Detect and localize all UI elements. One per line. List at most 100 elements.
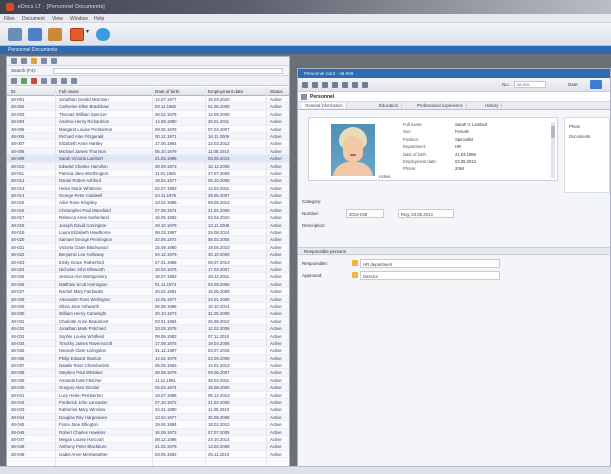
- responsible-field[interactable]: HR department: [360, 259, 500, 268]
- table-row[interactable]: 48-035 Hannah Clare Livingston 31.12.1987 0…: [7, 347, 289, 355]
- responsible-section[interactable]: Responsible persons: [298, 247, 610, 255]
- refresh-icon[interactable]: [11, 58, 17, 64]
- go-button[interactable]: [590, 80, 602, 89]
- tab-history[interactable]: History: [482, 103, 503, 108]
- table-row[interactable]: 48-009 Sarah Victoria Lambert 21.03.1986 03…: [7, 155, 289, 163]
- add-icon[interactable]: [70, 28, 84, 41]
- table-row[interactable]: 48-022 Benjamin Lee Holloway 04.12.1979 30.…: [7, 251, 289, 259]
- table-row[interactable]: 48-039 Amanda Kate Fletcher 11.11.1981 28.0…: [7, 377, 289, 385]
- table-row[interactable]: 48-040 Gregory Alan Sinclair 02.04.1974 16.…: [7, 384, 289, 392]
- search-input[interactable]: [53, 68, 283, 74]
- chevron-down-icon[interactable]: ▾: [86, 28, 92, 41]
- table-row[interactable]: 48-042 Frederick John Lancaster 07.10.1972…: [7, 399, 289, 407]
- edit-icon[interactable]: [21, 78, 27, 84]
- table-row[interactable]: 48-019 Laura Elizabeth Hawthorne 08.03.198…: [7, 229, 289, 237]
- table-row[interactable]: 48-016 Christopher Paul Mansfield 07.08.19…: [7, 206, 289, 215]
- documents-icon[interactable]: [28, 28, 42, 41]
- table-row[interactable]: 48-043 Katherine Mary Winslow 24.01.1980 11…: [7, 406, 289, 414]
- table-row[interactable]: 48-032 Jonathan Mark Pritchard 23.03.1978 1…: [7, 325, 289, 333]
- col-status[interactable]: Status: [270, 89, 283, 94]
- col-birth[interactable]: Date of birth: [155, 89, 180, 94]
- col-id[interactable]: ID: [11, 89, 16, 94]
- table-row[interactable]: 48-006 Richard Alan Fitzgerald 30.12.1971 1…: [7, 132, 289, 141]
- tab-general[interactable]: General information: [302, 103, 347, 108]
- table-row[interactable]: 48-014 George Peter Caldwell 24.11.1976 29.…: [7, 192, 289, 200]
- move-icon[interactable]: [51, 78, 57, 84]
- table-row[interactable]: 48-015 Alice Rose Kingsley 13.02.1985 09.09…: [7, 199, 289, 207]
- table-row[interactable]: 48-041 Lucy Helen Pemberton 19.07.1985 05.1…: [7, 392, 289, 400]
- table-row[interactable]: 48-044 Douglas Ray Hargreaves 13.04.1977 30…: [7, 413, 289, 422]
- back-icon[interactable]: [8, 28, 22, 41]
- new-icon[interactable]: [11, 78, 17, 84]
- table-row[interactable]: 48-013 Helen Marie Whitmore 02.07.1983 14.0…: [7, 185, 289, 193]
- table-row[interactable]: 48-021 Victoria Claire Blackwood 15.09.198…: [7, 244, 289, 252]
- menu-help[interactable]: Help: [94, 16, 104, 22]
- side-item-photo[interactable]: Photo: [569, 124, 580, 129]
- table-row[interactable]: 48-003 Thomas William Spencer 25.02.1975 12…: [7, 111, 289, 119]
- undo-icon[interactable]: [312, 82, 318, 88]
- table-row[interactable]: 48-017 Rebecca Anne Sutherland 16.05.1982 0…: [7, 214, 289, 222]
- table-row[interactable]: 48-024 Nicholas John Ellsworth 10.04.1976 1…: [7, 265, 289, 274]
- copy-icon[interactable]: [41, 78, 47, 84]
- table-row[interactable]: 48-001 Jonathan Gerald Morrison 12.07.1977…: [7, 96, 289, 104]
- table-row[interactable]: 48-027 Rachel Mary Fairbanks 26.02.1981 15.…: [7, 288, 289, 296]
- table-row[interactable]: 48-025 Jessica Ann Montgomery 18.07.1983 28…: [7, 273, 289, 281]
- save-icon[interactable]: [302, 82, 308, 88]
- approved-field[interactable]: Director: [360, 271, 500, 280]
- cell-id: 48-014: [11, 193, 25, 199]
- tab-experience[interactable]: Professional experience: [414, 103, 467, 108]
- col-employment[interactable]: Employment date: [208, 89, 243, 94]
- number-field[interactable]: 48-009: [514, 81, 546, 88]
- close-icon[interactable]: [362, 82, 368, 88]
- mail-icon[interactable]: [48, 28, 62, 41]
- table-row[interactable]: 48-026 Matthew Scott Harrington 01.11.1974…: [7, 280, 289, 289]
- table-row[interactable]: 48-007 Elizabeth Anne Hartley 17.06.1984 22…: [7, 140, 289, 148]
- table-row[interactable]: 48-004 Andrew Henry Richardson 14.08.1980 2…: [7, 118, 289, 126]
- card-scrollbar[interactable]: [551, 122, 555, 178]
- table-row[interactable]: 48-010 Edward Charles Hamilton 28.09.1973 1…: [7, 162, 289, 170]
- menu-window[interactable]: Window: [70, 16, 88, 22]
- table-row[interactable]: 48-023 Emily Grace Rutherford 27.01.1985 08…: [7, 259, 289, 266]
- table-row[interactable]: 48-005 Margaret Louise Pemberton 09.05.197…: [7, 126, 289, 133]
- table-row[interactable]: 48-045 Fiona Jane Ellington 29.06.1984 18.0…: [7, 421, 289, 429]
- table-row[interactable]: 48-008 Michael James Thornton 05.10.1979 11…: [7, 147, 289, 156]
- table-row[interactable]: 48-020 Samuel George Pennington 22.06.1972…: [7, 236, 289, 244]
- table-row[interactable]: 48-037 Natalie Rose Chamberlain 05.05.1983…: [7, 362, 289, 370]
- tab-education[interactable]: Education: [376, 103, 403, 108]
- history-icon[interactable]: [352, 82, 358, 88]
- folder-icon[interactable]: [31, 58, 37, 64]
- table-row[interactable]: 48-033 Sophie Louise Whitfield 09.06.1982 0…: [7, 333, 289, 340]
- table-row[interactable]: 48-046 Robert Charles Hawkins 16.09.1973 07…: [7, 428, 289, 436]
- reg-date-field[interactable]: Reg. 03.05.2013: [398, 209, 454, 218]
- table-row[interactable]: 48-038 Stephen Paul Whitaker 28.08.1976 09.…: [7, 369, 289, 377]
- export-icon[interactable]: [51, 58, 57, 64]
- table-row[interactable]: 48-002 Catherine Ellen Bradshaw 03.11.1982…: [7, 103, 289, 111]
- table-row[interactable]: 48-047 Megan Louise Harcourt 08.12.1986 24.…: [7, 436, 289, 444]
- table-row[interactable]: 48-018 Joseph David Carrington 29.10.1978 1…: [7, 221, 289, 230]
- menu-view[interactable]: View: [52, 16, 63, 22]
- table-row[interactable]: 48-028 Alexander Ross Wellington 12.05.197…: [7, 295, 289, 303]
- filter-icon[interactable]: [21, 58, 27, 64]
- globe-icon[interactable]: [96, 28, 110, 41]
- attach-icon[interactable]: [332, 82, 338, 88]
- table-row[interactable]: 48-011 Patricia Jane Worthington 11.01.198…: [7, 170, 289, 178]
- print-icon[interactable]: [322, 82, 328, 88]
- attach-icon[interactable]: [61, 78, 67, 84]
- reg-number-field[interactable]: 2013-048: [346, 209, 384, 218]
- table-row[interactable]: 48-030 William Henry Cartwright 20.10.1973…: [7, 310, 289, 318]
- side-item-documents[interactable]: Documents: [569, 134, 590, 139]
- col-name[interactable]: Full name: [59, 89, 79, 94]
- table-row[interactable]: 48-036 Philip Edward Stanton 14.02.1979 22.…: [7, 354, 289, 363]
- table-row[interactable]: 48-031 Charlotte Anne Beaumont 03.01.1984 2…: [7, 318, 289, 326]
- mail-icon[interactable]: [342, 82, 348, 88]
- table-row[interactable]: 48-012 Daniel Robert Ashford 19.04.1977 05.…: [7, 177, 289, 185]
- table-row[interactable]: 48-034 Timothy James Ravenscroft 17.09.197…: [7, 339, 289, 348]
- menu-document[interactable]: Document: [22, 16, 45, 22]
- settings-icon[interactable]: [71, 78, 77, 84]
- print-icon[interactable]: [41, 58, 47, 64]
- menu-files[interactable]: Files: [4, 16, 15, 22]
- table-row[interactable]: 48-029 Olivia Jane Ashworth 06.08.1986 10.1…: [7, 303, 289, 311]
- delete-icon[interactable]: [31, 78, 37, 84]
- table-row[interactable]: 48-049 Isabel Anne Merriweather 03.05.1982…: [7, 451, 289, 459]
- table-row[interactable]: 48-048 Anthony Peter Blackburn 21.02.1978 1…: [7, 443, 289, 451]
